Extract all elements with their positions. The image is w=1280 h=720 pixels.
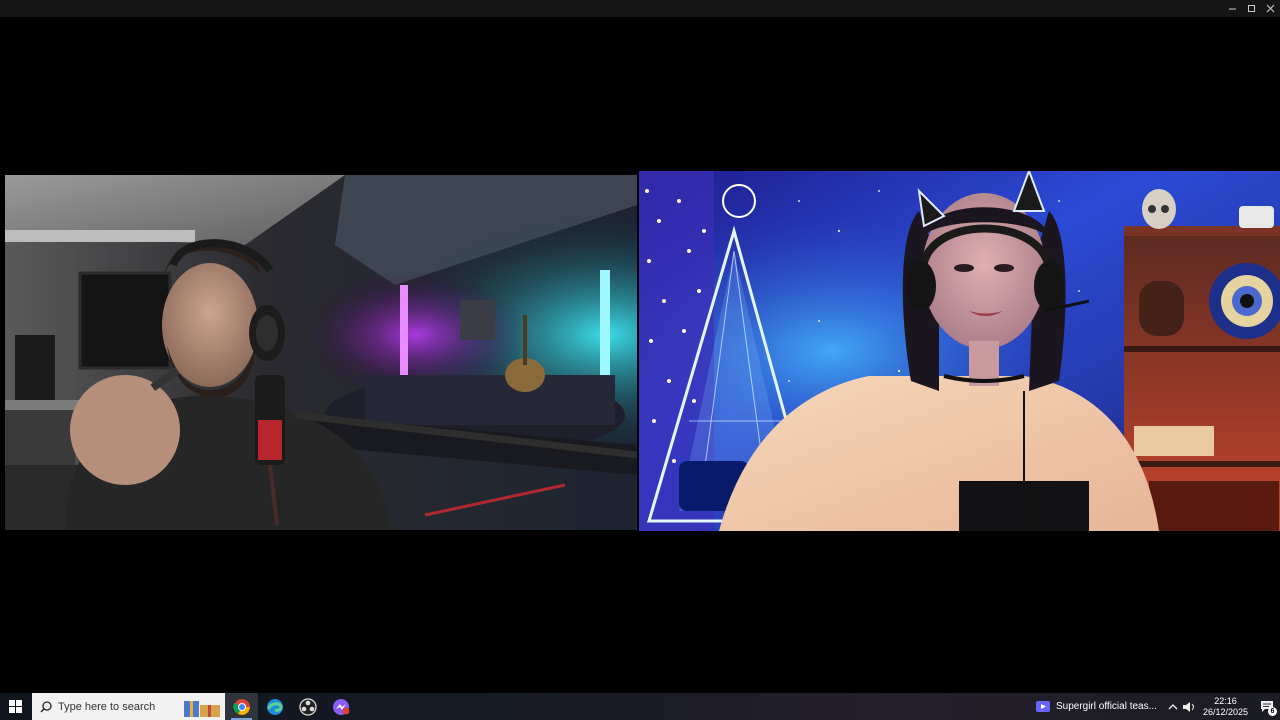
chevron-up-icon <box>1168 704 1178 710</box>
title-bar <box>0 0 1280 17</box>
windows-icon <box>9 699 22 713</box>
right-participant-video <box>639 171 1280 531</box>
minimize-button[interactable] <box>1223 0 1242 17</box>
maximize-button[interactable] <box>1242 0 1261 17</box>
video-tile-left[interactable] <box>5 175 637 530</box>
start-button[interactable] <box>0 693 32 720</box>
media-title: Supergirl official teas... <box>1055 701 1157 712</box>
media-now-playing[interactable]: Supergirl official teas... <box>1028 693 1165 720</box>
taskbar-edge[interactable] <box>258 693 291 720</box>
notification-count: 6 <box>1268 707 1277 716</box>
clock-date: 26/12/2025 <box>1202 706 1248 717</box>
window-controls <box>1223 0 1280 17</box>
close-button[interactable] <box>1261 0 1280 17</box>
system-tray: Supergirl official teas... 22:16 26/12/2… <box>1028 693 1280 720</box>
search-icon <box>40 700 52 713</box>
search-highlight-icon[interactable] <box>183 696 221 718</box>
volume-button[interactable] <box>1181 693 1197 720</box>
clock-time: 22:16 <box>1214 695 1237 706</box>
close-icon <box>1266 4 1275 13</box>
obs-icon <box>298 697 317 716</box>
taskbar-messenger[interactable] <box>324 693 357 720</box>
taskbar-search[interactable]: Type here to search <box>32 693 225 720</box>
taskbar: Type here to search Supergirl official t… <box>0 693 1280 720</box>
edge-icon <box>266 698 283 715</box>
taskbar-obs[interactable] <box>291 693 324 720</box>
app-window <box>0 0 1280 693</box>
video-tile-right[interactable] <box>639 171 1280 531</box>
gift-boxes-icon <box>184 701 220 717</box>
show-hidden-icons-button[interactable] <box>1165 693 1181 720</box>
chrome-icon <box>232 698 250 715</box>
minimize-icon <box>1229 8 1236 10</box>
taskbar-chrome[interactable] <box>225 693 258 720</box>
notifications-button[interactable]: 6 <box>1254 693 1280 720</box>
search-placeholder: Type here to search <box>58 700 156 713</box>
messenger-icon <box>332 698 349 715</box>
maximize-icon <box>1248 5 1255 12</box>
video-play-icon <box>1035 701 1050 712</box>
left-participant-video <box>5 175 637 530</box>
taskbar-clock[interactable]: 22:16 26/12/2025 <box>1197 696 1254 718</box>
speaker-icon <box>1182 701 1194 712</box>
